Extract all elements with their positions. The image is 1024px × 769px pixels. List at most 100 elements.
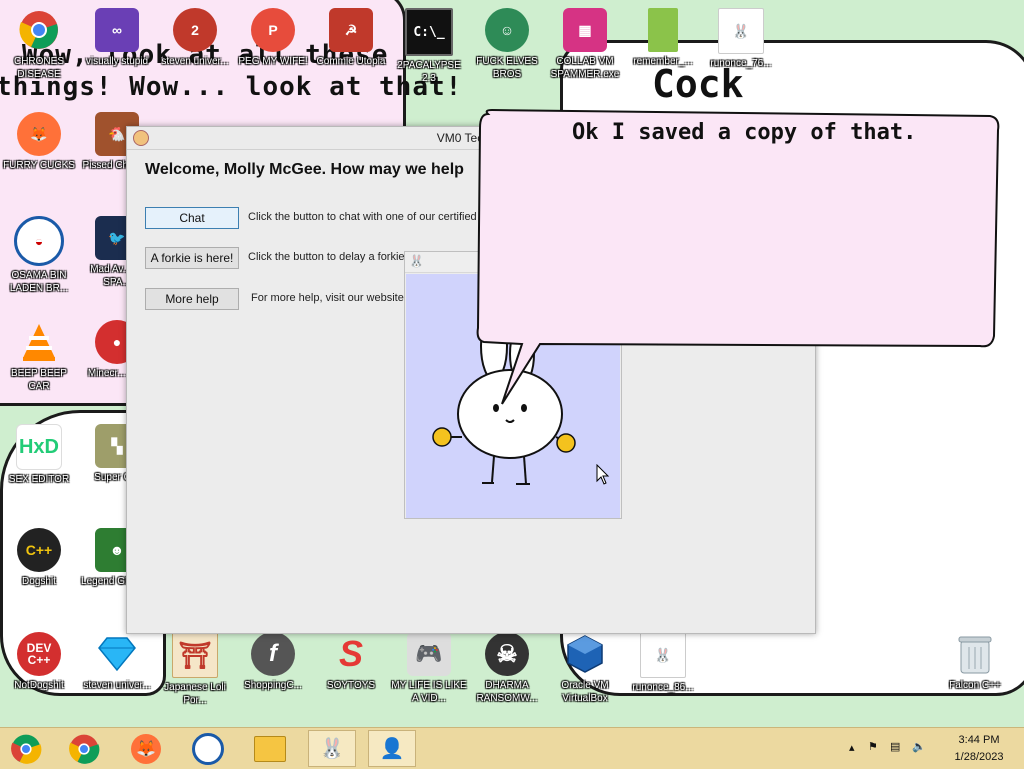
- desktop-icon-japanese[interactable]: ⛩ Japanese Loli Por...: [156, 632, 234, 707]
- desktop-icon-runonce-76[interactable]: 🐰 runonce_76...: [702, 8, 780, 70]
- forkie-description: Click the button to delay a forkie!: [248, 251, 408, 263]
- file-icon: [648, 8, 678, 52]
- desktop-icon-label: Japanese Loli Por...: [164, 682, 226, 706]
- steven-icon: 2: [173, 8, 217, 52]
- mouse-cursor-icon: [596, 464, 610, 485]
- desktop-icon-label: MY LIFE IS LIKE A VID...: [391, 680, 467, 704]
- speech-bubble: [476, 108, 1000, 405]
- desktop-icon-dogshit[interactable]: C++ Dogshit: [0, 528, 78, 588]
- show-hidden-icons-icon[interactable]: ▴: [849, 741, 855, 754]
- taskbar-obama[interactable]: [184, 730, 232, 767]
- desktop-icon-sex-editor[interactable]: HxD SEX EDITOR: [0, 424, 78, 486]
- recycle-bin-icon: [953, 632, 997, 676]
- desktop-icon-chrones[interactable]: CHRONES DISEASE: [0, 8, 78, 81]
- cmd-icon: C:\_: [405, 8, 453, 56]
- desktop-icon-label: SEX EDITOR: [8, 474, 70, 485]
- vlc-icon: [17, 320, 61, 364]
- desktop-icon-furry[interactable]: 🦊 FURRY CUCKS: [0, 112, 78, 172]
- desktop-icon-dharma[interactable]: ☠ DHARMA RANSOMW...: [468, 632, 546, 705]
- desktop-icon-steven-2[interactable]: steven univer...: [78, 632, 156, 692]
- taskbar: 🦊 🐰 👤 ▴ ⚑ ▤ 🔈 3:44 PM 1/28/2023: [0, 727, 1024, 769]
- skull-icon: ☠: [485, 632, 529, 676]
- peg-icon: P: [251, 8, 295, 52]
- network-icon[interactable]: ▤: [890, 740, 900, 753]
- clock-date: 1/28/2023: [954, 751, 1004, 763]
- desktop-icon-label: Falcon C++: [949, 680, 1001, 691]
- desktop-icon-label: visually stupid: [85, 56, 149, 67]
- desktop-icon-label: SOYTOYS: [326, 680, 376, 691]
- desktop-icon-falcon[interactable]: Falcon C++: [936, 632, 1014, 692]
- volume-icon[interactable]: 🔈: [912, 740, 926, 753]
- chrome-alt-icon: [11, 734, 42, 764]
- desktop-icon-label: OSAMA BIN LADEN BR...: [9, 270, 69, 294]
- desktop-icon-peg[interactable]: P PEG MY WIFE!: [234, 8, 312, 68]
- flash-icon: f: [251, 632, 295, 676]
- desktop-icon-label: CHRONES DISEASE: [13, 56, 64, 80]
- desktop-icon-osama[interactable]: ◒ OSAMA BIN LADEN BR...: [0, 216, 78, 295]
- collab-icon: ▦: [563, 8, 607, 52]
- cpp-icon: C++: [17, 528, 61, 572]
- desktop-icon-runonce-86[interactable]: 🐰 runonce_86...: [624, 632, 702, 694]
- desktop-icon-2pacalypse[interactable]: C:\_ 2PACALYPSE 2.3: [390, 8, 468, 85]
- flag-icon[interactable]: ⚑: [868, 740, 878, 753]
- desktop-icon-steven[interactable]: 2 steven univer...: [156, 8, 234, 68]
- desktop-icon-label: 2PACALYPSE 2.3: [397, 60, 461, 84]
- desktop-icon-label: runonce_86...: [632, 682, 694, 693]
- obama-icon: ◒: [14, 216, 64, 266]
- desktop-icon-label: Dogshit: [22, 576, 56, 587]
- taskbar-firefox[interactable]: 🦊: [122, 730, 170, 767]
- desktop-icon-label: BEEP BEEP CAR: [11, 368, 67, 392]
- hxd-icon: HxD: [16, 424, 62, 470]
- desktop-icon-virtualbox[interactable]: Oracle VM VirtualBox: [546, 632, 624, 705]
- elf-icon: ☺: [485, 8, 529, 52]
- desktop-icon-label: ShoppingC...: [244, 680, 302, 691]
- gem-icon: [95, 632, 139, 676]
- taskbar-support-app[interactable]: 👤: [368, 730, 416, 767]
- desktop-icon-label: DHARMA RANSOMW...: [476, 680, 538, 704]
- desktop-icon-visual-studio[interactable]: ∞ visually stupid: [78, 8, 156, 68]
- desktop-icon-commie[interactable]: ☭ Commie Utopia: [312, 8, 390, 68]
- desktop-icon-label: FURRY CUCKS: [3, 160, 75, 171]
- firefox-icon: 🦊: [17, 112, 61, 156]
- desktop-icon-label: remember_...: [633, 56, 693, 67]
- gamepad-icon: 🎮: [407, 632, 451, 676]
- clock-time: 3:44 PM: [958, 734, 1000, 746]
- visual-studio-icon: ∞: [95, 8, 139, 52]
- taskbar-chrome[interactable]: [60, 730, 108, 767]
- desktop-icon-label: PEG MY WIFE!: [238, 56, 308, 67]
- welcome-heading: Welcome, Molly McGee. How may we help: [145, 161, 464, 178]
- firefox-icon: 🦊: [131, 733, 161, 764]
- app-icon: [133, 130, 149, 146]
- taskbar-bunny[interactable]: 🐰: [308, 730, 356, 767]
- obama-icon: [192, 732, 224, 765]
- bunny-icon: 🐰: [319, 738, 345, 760]
- forkie-button[interactable]: A forkie is here!: [145, 247, 239, 269]
- speech-bubble-text: Ok I saved a copy of that.: [572, 120, 917, 145]
- s-icon: S: [338, 633, 363, 674]
- dev-cpp-icon: DEV C++: [17, 632, 61, 676]
- chrome-icon: [17, 8, 61, 52]
- desktop-icon-label: COLLAB VM SPAMMER.exe: [550, 56, 620, 80]
- chat-button[interactable]: Chat: [145, 207, 239, 229]
- desktop-icon-collab[interactable]: ▦ COLLAB VM SPAMMER.exe: [546, 8, 624, 81]
- desktop-icon-my-life[interactable]: 🎮 MY LIFE IS LIKE A VID...: [390, 632, 468, 705]
- desktop-icon-shopping[interactable]: f ShoppingC...: [234, 632, 312, 692]
- bunny-file-icon: 🐰: [718, 8, 764, 54]
- bunny-window-icon: 🐰: [409, 254, 424, 268]
- desktop-icon-beep[interactable]: BEEP BEEP CAR: [0, 320, 78, 393]
- taskbar-start[interactable]: [2, 730, 50, 767]
- file-explorer-icon: [254, 735, 286, 762]
- desktop-icon-elves[interactable]: ☺ FUCK ELVES BROS: [468, 8, 546, 81]
- clock[interactable]: 3:44 PM 1/28/2023: [944, 732, 1014, 766]
- more-help-button[interactable]: More help: [145, 288, 239, 310]
- desktop-icon-notdogshit[interactable]: DEV C++ NotDogshit: [0, 632, 78, 692]
- virtualbox-icon: [563, 632, 607, 676]
- taskbar-file-explorer[interactable]: [246, 730, 294, 767]
- commie-icon: ☭: [329, 8, 373, 52]
- support-person-icon: 👤: [379, 738, 405, 760]
- desktop-icon-remember[interactable]: remember_...: [624, 8, 702, 68]
- desktop-icon-label: Commie Utopia: [316, 56, 386, 67]
- desktop-icon-soytoys[interactable]: S SOYTOYS: [312, 632, 390, 692]
- chrome-icon: [69, 734, 100, 764]
- torii-icon: ⛩: [172, 632, 218, 678]
